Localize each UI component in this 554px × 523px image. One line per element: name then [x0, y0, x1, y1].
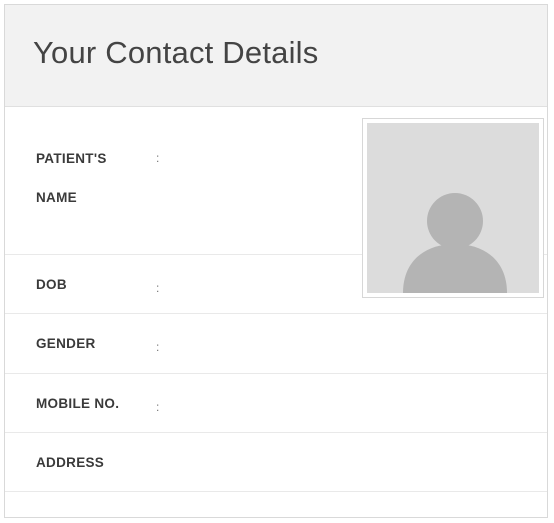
mobile-row: MOBILE NO. :: [5, 374, 547, 433]
patient-name-label: PATIENT'S NAME: [36, 151, 107, 205]
mobile-label: MOBILE NO.: [36, 396, 120, 411]
gender-label: GENDER: [36, 336, 96, 351]
card-title: Your Contact Details: [33, 35, 319, 70]
profile-photo: [362, 118, 544, 298]
gender-separator: :: [156, 340, 160, 354]
card-header: Your Contact Details: [5, 5, 547, 107]
mobile-separator: :: [156, 400, 160, 414]
address-label: ADDRESS: [36, 455, 105, 470]
user-silhouette-icon: [403, 193, 507, 293]
card-footer-space: [5, 492, 547, 518]
patient-name-separator: :: [156, 151, 160, 165]
dob-separator: :: [156, 281, 160, 295]
dob-label: DOB: [36, 277, 67, 292]
contact-details-card: Your Contact Details PATIENT'S NAME : DO…: [4, 4, 548, 518]
avatar-placeholder: [367, 123, 539, 293]
gender-row: GENDER :: [5, 314, 547, 374]
address-row: ADDRESS: [5, 433, 547, 492]
